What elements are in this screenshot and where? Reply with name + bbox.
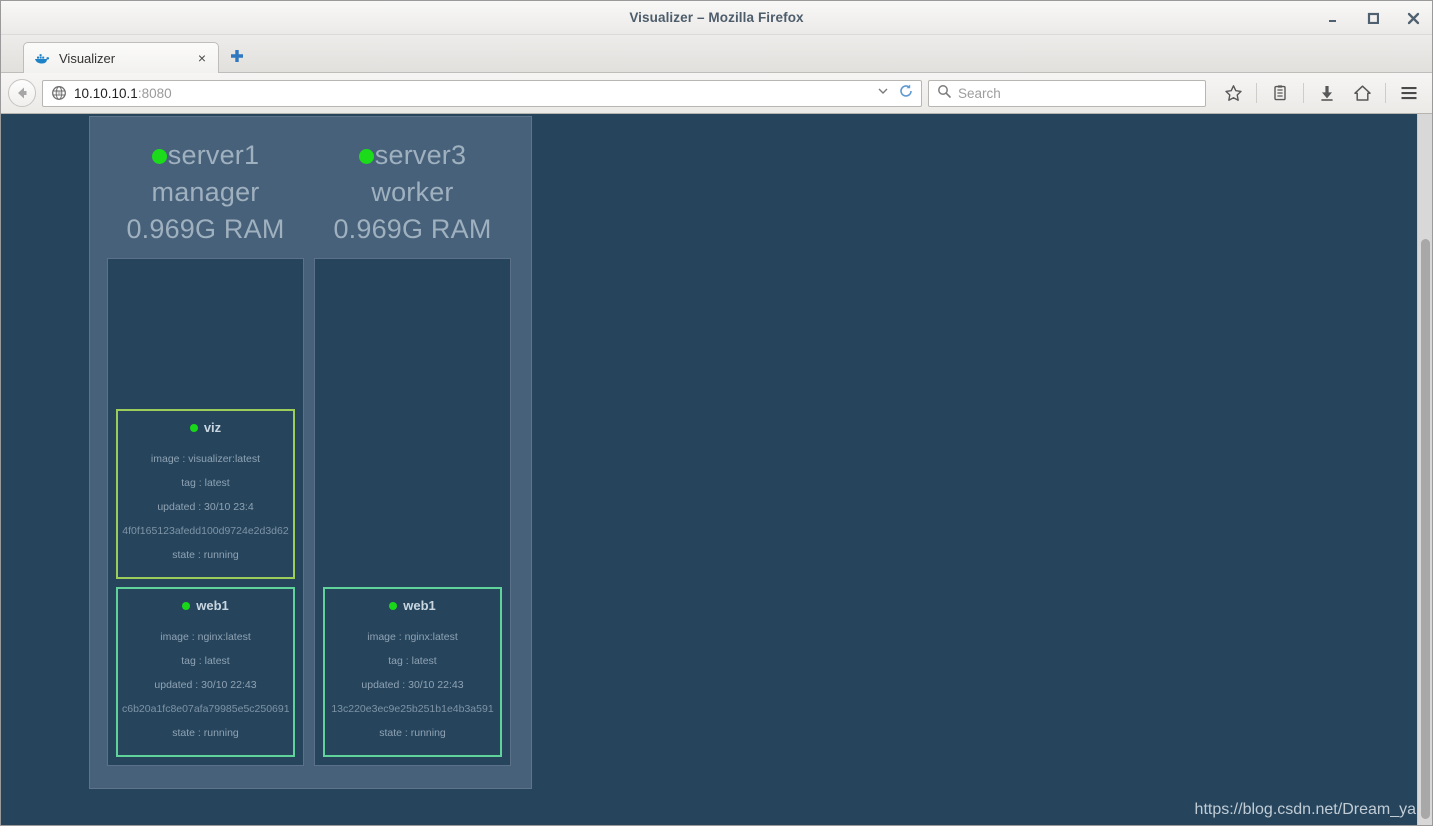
- bookmark-star-icon[interactable]: [1218, 78, 1248, 108]
- toolbar-separator: [1303, 83, 1304, 103]
- tab-visualizer[interactable]: Visualizer ×: [23, 42, 219, 73]
- docker-whale-icon: [34, 50, 50, 66]
- container-name: web1: [196, 598, 229, 613]
- container-tag: tag : latest: [388, 655, 437, 667]
- container-tag: tag : latest: [181, 477, 230, 489]
- search-input[interactable]: Search: [958, 86, 1001, 101]
- container-hash: 13c220e3ec9e25b251b1e4b3a591: [331, 703, 494, 715]
- node-container-list: web1 image : nginx:latest tag : latest u…: [314, 258, 511, 766]
- container-hash: 4f0f165123afedd100d9724e2d3d62: [122, 525, 289, 537]
- library-icon[interactable]: [1265, 78, 1295, 108]
- node-container-list: viz image : visualizer:latest tag : late…: [107, 258, 304, 766]
- node-status-dot-icon: [358, 149, 374, 164]
- toolbar-separator: [1385, 83, 1386, 103]
- node-role: worker: [371, 177, 454, 207]
- container-image: image : visualizer:latest: [150, 453, 261, 465]
- watermark-text: https://blog.csdn.net/Dream_ya: [1194, 801, 1416, 818]
- chevron-down-icon[interactable]: [876, 84, 890, 103]
- container-image: image : nginx:latest: [367, 631, 458, 643]
- url-host: 10.10.10.1: [74, 85, 138, 101]
- node-name-line: server1: [107, 137, 304, 174]
- menu-icon[interactable]: [1394, 78, 1424, 108]
- maximize-button[interactable]: [1364, 9, 1382, 27]
- container-title: viz: [122, 420, 289, 435]
- container-image: image : nginx:latest: [160, 631, 251, 643]
- container-title: web1: [329, 598, 496, 613]
- close-button[interactable]: [1404, 9, 1422, 27]
- url-input[interactable]: 10.10.10.1:8080: [74, 86, 869, 101]
- container-state: state : running: [172, 549, 239, 561]
- container-tag: tag : latest: [181, 655, 230, 667]
- minimize-button[interactable]: [1324, 9, 1342, 27]
- container-updated: updated : 30/10 22:43: [361, 679, 464, 691]
- back-button[interactable]: [8, 79, 36, 107]
- node-name: server1: [167, 140, 260, 170]
- page-viewport: server1 manager 0.969G RAM viz image : v…: [1, 114, 1432, 825]
- navigation-toolbar: 10.10.10.1:8080 Search: [1, 73, 1432, 114]
- tab-strip: Visualizer ×: [1, 35, 1432, 73]
- globe-icon: [51, 85, 67, 101]
- node-header: server3 worker 0.969G RAM: [314, 137, 511, 248]
- tab-label: Visualizer: [59, 50, 116, 66]
- container-status-dot-icon: [189, 423, 198, 432]
- node-header: server1 manager 0.969G RAM: [107, 137, 304, 248]
- vertical-scrollbar[interactable]: [1417, 114, 1432, 825]
- url-bar-actions: [876, 83, 917, 104]
- node-server1: server1 manager 0.969G RAM viz image : v…: [107, 137, 304, 766]
- container-card-web1[interactable]: web1 image : nginx:latest tag : latest u…: [323, 587, 502, 757]
- window-controls: [1324, 1, 1422, 35]
- node-memory: 0.969G RAM: [126, 214, 285, 244]
- container-card-viz[interactable]: viz image : visualizer:latest tag : late…: [116, 409, 295, 579]
- window-title: Visualizer – Mozilla Firefox: [629, 10, 804, 25]
- container-state: state : running: [379, 727, 446, 739]
- nodes-row: server1 manager 0.969G RAM viz image : v…: [90, 137, 531, 766]
- title-bar: Visualizer – Mozilla Firefox: [1, 1, 1432, 35]
- swarm-visualizer-panel: server1 manager 0.969G RAM viz image : v…: [89, 116, 532, 789]
- container-card-web1[interactable]: web1 image : nginx:latest tag : latest u…: [116, 587, 295, 757]
- container-status-dot-icon: [389, 601, 398, 610]
- search-bar[interactable]: Search: [928, 79, 1206, 107]
- container-updated: updated : 30/10 23:4: [157, 501, 254, 513]
- home-icon[interactable]: [1347, 78, 1377, 108]
- downloads-icon[interactable]: [1312, 78, 1342, 108]
- new-tab-button[interactable]: [223, 41, 251, 71]
- toolbar-separator: [1256, 83, 1257, 103]
- container-status-dot-icon: [182, 601, 191, 610]
- node-server3: server3 worker 0.969G RAM web1 image : n…: [314, 137, 511, 766]
- container-hash: c6b20a1fc8e07afa79985e5c250691: [122, 703, 289, 715]
- tab-close-icon[interactable]: ×: [194, 50, 210, 66]
- container-title: web1: [122, 598, 289, 613]
- search-icon: [937, 84, 951, 103]
- toolbar-buttons: [1212, 78, 1424, 108]
- url-bar[interactable]: 10.10.10.1:8080: [42, 79, 922, 107]
- node-memory: 0.969G RAM: [333, 214, 492, 244]
- container-state: state : running: [172, 727, 239, 739]
- node-status-dot-icon: [151, 149, 167, 164]
- browser-window: Visualizer – Mozilla Firefox Visualizer …: [0, 0, 1433, 826]
- node-name: server3: [374, 140, 467, 170]
- reload-icon[interactable]: [898, 83, 914, 104]
- container-updated: updated : 30/10 22:43: [154, 679, 257, 691]
- node-role: manager: [151, 177, 260, 207]
- url-port: :8080: [137, 85, 172, 101]
- node-name-line: server3: [314, 137, 511, 174]
- scrollbar-thumb[interactable]: [1421, 239, 1430, 819]
- container-name: web1: [403, 598, 436, 613]
- container-name: viz: [203, 420, 222, 435]
